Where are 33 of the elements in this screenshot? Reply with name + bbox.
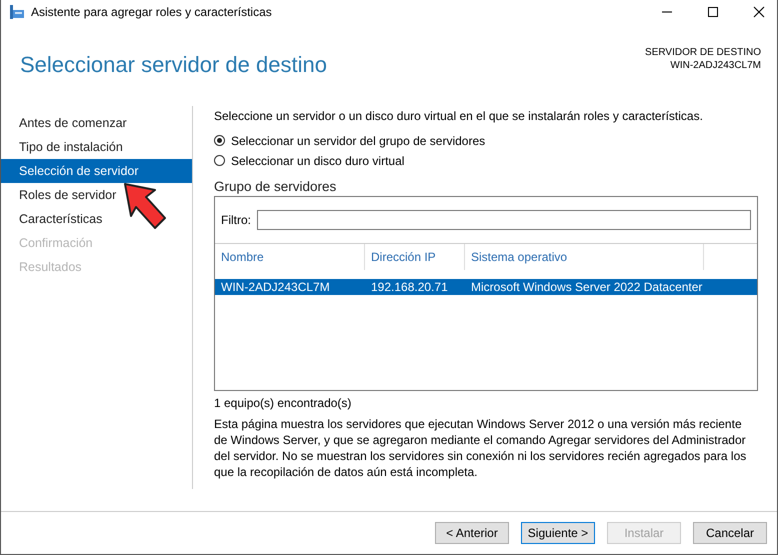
- wizard-button[interactable]: Cancelar: [693, 522, 767, 544]
- radio-button[interactable]: [214, 155, 225, 166]
- pointer-arrow-icon: [121, 180, 169, 232]
- column-header[interactable]: Sistema operativo: [465, 244, 704, 270]
- intro-text: Seleccione un servidor o un disco duro virtual en el que se instalarán roles y características.: [214, 108, 704, 124]
- wizard-icon: [9, 4, 25, 20]
- column-header[interactable]: Nombre: [215, 244, 365, 270]
- table-cell-text: WIN-2ADJ243CL7M: [220, 280, 331, 294]
- sidebar-item[interactable]: Antes de comenzar: [1, 111, 192, 135]
- page-title: Seleccionar servidor de destino: [20, 52, 327, 78]
- table-cell-text: 192.168.20.71: [370, 280, 449, 294]
- description-text: Esta página muestra los servidores que ejecutan Windows Server 2012 o una versión más reciente de Windows Server, y que se agregaron mediante el comando Agregar servidores del Administrador del servidor. No se muestran los servidores sin conexión ni los servidores recién agregados para los que la recopilación de datos aún está incompleta.: [214, 416, 748, 480]
- table-cell-text: Microsoft Windows Server 2022 Datacenter: [470, 280, 702, 294]
- close-icon[interactable]: [753, 6, 765, 18]
- sidebar-item[interactable]: Características: [1, 207, 192, 231]
- sidebar-item[interactable]: Selección de servidor: [1, 159, 192, 183]
- wizard-button[interactable]: Siguiente >: [521, 522, 595, 544]
- table-row[interactable]: WIN-2ADJ243CL7M 192.168.20.71 Microsoft Windows Server 2022 Datacenter: [215, 279, 757, 295]
- sidebar-item[interactable]: Roles de servidor: [1, 183, 192, 207]
- destination-server: WIN-2ADJ243CL7M: [670, 59, 761, 72]
- radio-label[interactable]: Seleccionar un servidor del grupo de servidores: [231, 134, 486, 148]
- group-title: Grupo de servidores: [214, 179, 338, 194]
- maximize-icon[interactable]: [707, 6, 719, 18]
- radio-button[interactable]: [214, 135, 225, 146]
- result-count: 1 equipo(s) encontrado(s): [214, 396, 352, 410]
- wizard-button[interactable]: < Anterior: [435, 522, 509, 544]
- destination-label: SERVIDOR DE DESTINO: [645, 46, 761, 59]
- filter-label: Filtro:: [221, 213, 251, 227]
- radio-label[interactable]: Seleccionar un disco duro virtual: [231, 154, 404, 168]
- sidebar-item[interactable]: Tipo de instalación: [1, 135, 192, 159]
- filter-field[interactable]: [257, 210, 751, 230]
- column-header[interactable]: Dirección IP: [365, 244, 465, 270]
- window-title: Asistente para agregar roles y características: [31, 5, 272, 19]
